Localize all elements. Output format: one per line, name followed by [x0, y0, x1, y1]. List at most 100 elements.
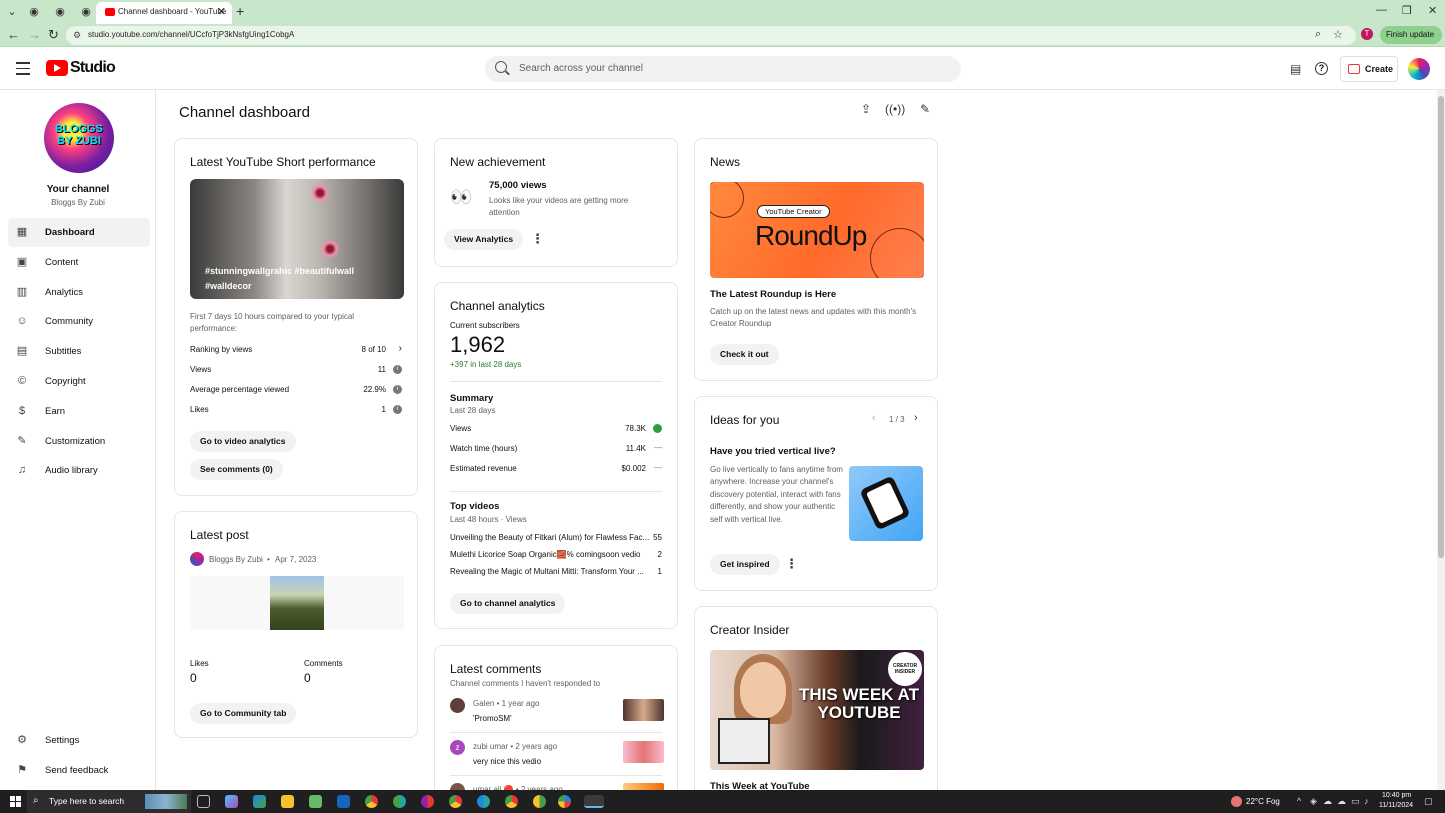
site-info-icon[interactable]: ⚙ [73, 30, 81, 41]
close-window-icon[interactable]: ✕ [1428, 4, 1437, 17]
go-live-icon[interactable]: ((•)) [885, 102, 905, 118]
help-icon[interactable]: ? [1315, 62, 1328, 75]
chrome-profile-icon[interactable] [533, 795, 546, 808]
back-icon[interactable]: ← [7, 27, 20, 42]
more-options-icon[interactable]: ⋮ [785, 556, 798, 572]
create-post-icon[interactable]: ✎ [915, 102, 935, 118]
channel-avatar[interactable]: BLOGGS BY ZUBI [44, 103, 114, 173]
active-tab[interactable]: Channel dashboard - YouTube ✕ [96, 2, 232, 24]
short-thumbnail[interactable]: #stunningwallgrahic #beautifulwall #wall… [190, 179, 404, 299]
file-explorer-icon[interactable] [281, 795, 294, 808]
chrome-icon[interactable] [365, 795, 378, 808]
video-thumbnail[interactable] [623, 741, 664, 763]
notifications-icon[interactable]: ▢ [1424, 796, 1433, 807]
tab-icon[interactable]: ◉ [52, 4, 68, 20]
sidebar-item-community[interactable]: ☺ Community [8, 307, 150, 336]
tab-search-icon[interactable]: ⌄ [4, 4, 20, 20]
sidebar-item-customization[interactable]: ✎ Customization [8, 427, 150, 456]
sidebar-item-content[interactable]: ▣ Content [8, 248, 150, 277]
taskbar-search[interactable]: ⌕ Type here to search [27, 790, 191, 813]
create-button[interactable]: Create [1340, 56, 1398, 82]
finish-update-button[interactable]: Finish update [1380, 26, 1442, 44]
flower-decoration [320, 239, 340, 259]
youtube-logo-icon[interactable] [46, 60, 68, 76]
messages-icon[interactable]: ▤ [1290, 62, 1301, 76]
top-video-row[interactable]: Revealing the Magic of Multani Mitti: Tr… [450, 567, 662, 579]
upload-icon[interactable]: ⇪ [856, 102, 876, 118]
view-analytics-button[interactable]: View Analytics [444, 229, 524, 250]
chrome-profile-icon[interactable] [393, 795, 406, 808]
tray-battery-icon[interactable]: ▭ [1351, 796, 1360, 807]
check-it-out-button[interactable]: Check it out [710, 344, 779, 365]
outlook-icon[interactable] [337, 795, 350, 808]
chevron-right-icon[interactable]: › [914, 412, 918, 424]
more-options-icon[interactable]: ⋮ [531, 231, 544, 247]
edge-icon[interactable] [253, 795, 266, 808]
menu-icon[interactable] [16, 62, 30, 79]
tray-cloud-icon[interactable]: ☁ [1337, 796, 1346, 807]
task-view-icon[interactable] [197, 795, 210, 808]
account-avatar[interactable] [1408, 58, 1430, 80]
studio-logo-text[interactable]: Studio [70, 59, 116, 77]
info-icon[interactable]: i [393, 385, 402, 394]
tray-chevron-up-icon[interactable]: ^ [1297, 796, 1301, 806]
sidebar-item-subtitles[interactable]: ▤ Subtitles [8, 337, 150, 366]
tray-network-icon[interactable]: ◈ [1310, 796, 1317, 807]
top-video-row[interactable]: Mulethi Licorice Soap Organic🧱% comingso… [450, 550, 662, 562]
chrome-profile-icon[interactable] [477, 795, 490, 808]
tab-icon[interactable]: ◉ [78, 4, 94, 20]
post-image-container[interactable] [190, 576, 404, 630]
photos-icon[interactable] [558, 795, 571, 808]
search-icon [495, 61, 507, 73]
chrome-profile-icon[interactable] [421, 795, 434, 808]
copilot-icon[interactable] [225, 795, 238, 808]
reload-icon[interactable]: ↻ [48, 27, 59, 43]
zoom-icon[interactable]: ⌕ [1315, 28, 1321, 41]
tray-volume-icon[interactable]: ♪ [1364, 796, 1369, 806]
search-input[interactable]: Search across your channel [485, 56, 961, 82]
active-chrome-window-icon[interactable] [584, 795, 604, 808]
top-videos-title: Top videos [450, 501, 500, 512]
sidebar-item-dashboard[interactable]: ▦ Dashboard [8, 218, 150, 247]
url-field[interactable]: ⚙ studio.youtube.com/channel/UCcfoTjP3kN… [66, 26, 1356, 45]
chevron-left-icon[interactable]: ‹ [872, 412, 876, 424]
sidebar-item-send-feedback[interactable]: ⚑ Send feedback [8, 756, 150, 785]
forward-icon[interactable]: → [28, 27, 41, 42]
see-comments-button[interactable]: See comments (0) [190, 459, 283, 480]
go-to-channel-analytics-button[interactable]: Go to channel analytics [450, 593, 566, 614]
info-icon[interactable]: i [393, 365, 402, 374]
new-tab-icon[interactable]: + [236, 3, 244, 19]
video-thumbnail[interactable] [623, 699, 664, 721]
clock-time[interactable]: 10:40 pm [1382, 792, 1411, 799]
page-scrollbar[interactable] [1437, 90, 1445, 790]
chrome-profile-icon[interactable] [505, 795, 518, 808]
sidebar-item-copyright[interactable]: © Copyright [8, 367, 150, 396]
windows-start-icon[interactable] [10, 796, 21, 807]
clock-date[interactable]: 11/11/2024 [1379, 802, 1413, 809]
news-image[interactable]: YouTube Creator RoundUp [710, 182, 924, 278]
info-icon[interactable]: i [393, 405, 402, 414]
store-icon[interactable] [309, 795, 322, 808]
close-tab-icon[interactable]: ✕ [217, 5, 226, 18]
comments-value: 0 [304, 671, 311, 685]
go-to-community-tab-button[interactable]: Go to Community tab [190, 703, 297, 724]
bookmark-star-icon[interactable]: ☆ [1333, 28, 1343, 41]
chrome-profile-icon[interactable] [449, 795, 462, 808]
top-video-row[interactable]: Unveiling the Beauty of Fitkari (Alum) f… [450, 533, 662, 545]
weather-icon[interactable] [1231, 796, 1242, 807]
minimize-icon[interactable]: — [1376, 4, 1387, 16]
restore-icon[interactable]: ❐ [1402, 4, 1412, 17]
browser-profile-avatar[interactable]: T [1361, 28, 1373, 40]
weather-text[interactable]: 22°C Fog [1246, 797, 1280, 806]
get-inspired-button[interactable]: Get inspired [710, 554, 780, 575]
tab-icon[interactable]: ◉ [26, 4, 42, 20]
sidebar-item-analytics[interactable]: ▥ Analytics [8, 278, 150, 307]
sidebar-item-earn[interactable]: $ Earn [8, 397, 150, 426]
go-to-video-analytics-button[interactable]: Go to video analytics [190, 431, 296, 452]
tray-cloud-icon[interactable]: ☁ [1323, 796, 1332, 807]
sidebar-item-settings[interactable]: ⚙ Settings [8, 726, 150, 755]
chevron-right-icon[interactable]: › [399, 343, 402, 354]
scrollbar-thumb[interactable] [1438, 96, 1444, 558]
sidebar-item-audio-library[interactable]: ♫ Audio library [8, 456, 150, 485]
creator-insider-thumbnail[interactable]: THIS WEEK AT YOUTUBE CREATOR INSIDER [710, 650, 924, 770]
